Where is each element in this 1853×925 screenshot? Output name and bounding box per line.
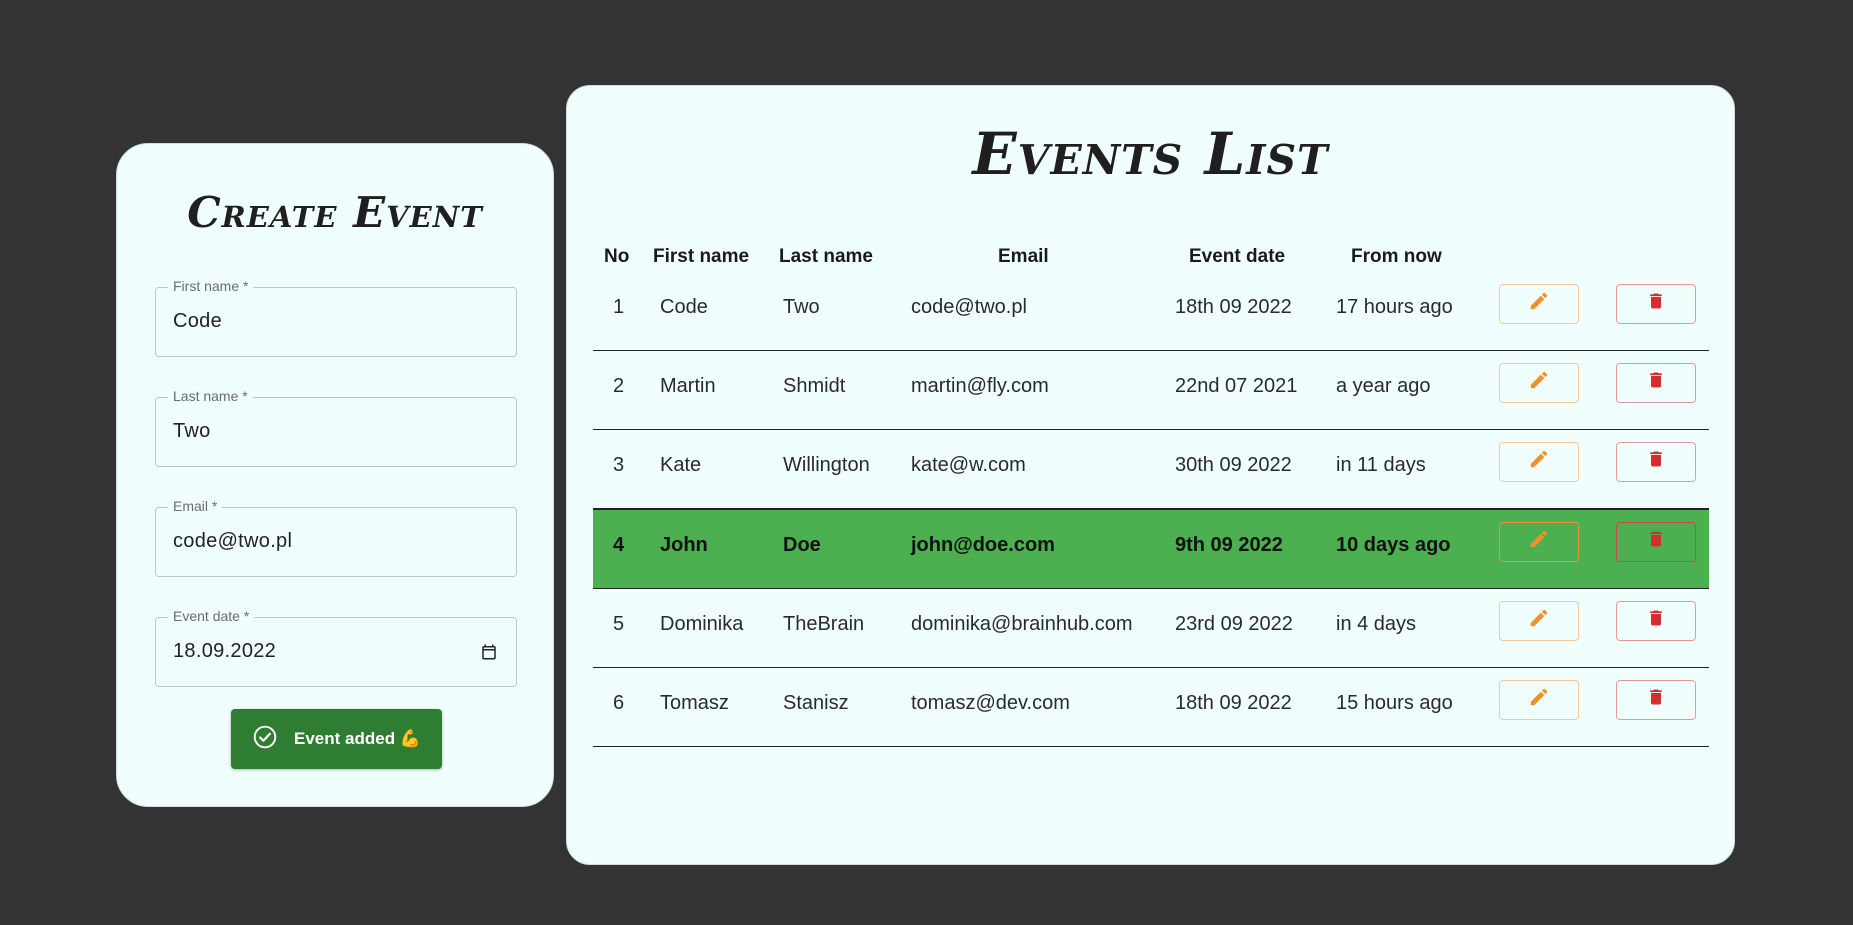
- header-from-now: From now: [1351, 246, 1442, 267]
- cell-no: 3: [613, 454, 625, 476]
- cell-event-date: 30th 09 2022: [1175, 454, 1292, 476]
- delete-button[interactable]: [1616, 601, 1696, 641]
- create-event-title: Create Event: [187, 188, 483, 237]
- table-row[interactable]: 4 John Doe john@doe.com 9th 09 2022 10 days a…: [593, 509, 1709, 589]
- pencil-icon: [1528, 686, 1550, 714]
- table-row[interactable]: 3 Kate Willington kate@w.com 30th 09 2022 in …: [593, 430, 1709, 509]
- cell-no: 6: [613, 692, 625, 714]
- cell-no: 5: [613, 613, 625, 635]
- table-row[interactable]: 6 Tomasz Stanisz tomasz@dev.com 18th 09 2022…: [593, 668, 1709, 747]
- pencil-icon: [1528, 528, 1550, 556]
- events-list-title: Events List: [972, 120, 1329, 188]
- email-field[interactable]: Email * code@two.pl: [155, 498, 517, 577]
- email-value[interactable]: code@two.pl: [173, 530, 292, 553]
- table-header: No First name Last name Email Event date…: [593, 234, 1709, 284]
- cell-first-name: Tomasz: [660, 692, 729, 714]
- trash-icon: [1646, 686, 1666, 714]
- pencil-icon: [1528, 607, 1550, 635]
- header-email: Email: [998, 246, 1049, 267]
- trash-icon: [1646, 369, 1666, 397]
- cell-event-date: 9th 09 2022: [1175, 534, 1283, 556]
- edit-button[interactable]: [1499, 601, 1579, 641]
- cell-from-now: 15 hours ago: [1336, 692, 1453, 714]
- event-date-value[interactable]: 18.09.2022: [173, 640, 276, 663]
- trash-icon: [1646, 528, 1666, 556]
- cell-last-name: Stanisz: [783, 692, 849, 714]
- cell-email: dominika@brainhub.com: [911, 613, 1133, 635]
- cell-first-name: Martin: [660, 375, 716, 397]
- calendar-icon[interactable]: [480, 643, 498, 666]
- cell-from-now: a year ago: [1336, 375, 1431, 397]
- event-date-field[interactable]: Event date * 18.09.2022: [155, 608, 517, 687]
- pencil-icon: [1528, 448, 1550, 476]
- cell-from-now: 10 days ago: [1336, 534, 1451, 556]
- cell-email: martin@fly.com: [911, 375, 1049, 397]
- submit-label: Event added 💪: [294, 729, 421, 748]
- cell-from-now: in 11 days: [1336, 454, 1426, 476]
- cell-from-now: 17 hours ago: [1336, 296, 1453, 318]
- cell-no: 1: [613, 296, 625, 318]
- trash-icon: [1646, 607, 1666, 635]
- edit-button[interactable]: [1499, 680, 1579, 720]
- cell-last-name: Doe: [783, 534, 821, 556]
- submit-button[interactable]: Event added 💪: [231, 709, 442, 769]
- edit-button[interactable]: [1499, 442, 1579, 482]
- delete-button[interactable]: [1616, 284, 1696, 324]
- last-name-value[interactable]: Two: [173, 420, 211, 443]
- cell-no: 4: [613, 534, 625, 556]
- pencil-icon: [1528, 369, 1550, 397]
- cell-first-name: Kate: [660, 454, 702, 476]
- cell-first-name: Code: [660, 296, 708, 318]
- cell-event-date: 18th 09 2022: [1175, 296, 1292, 318]
- cell-last-name: Two: [783, 296, 820, 318]
- header-event-date: Event date: [1189, 246, 1286, 267]
- trash-icon: [1646, 448, 1666, 476]
- delete-button[interactable]: [1616, 442, 1696, 482]
- first-name-value[interactable]: Code: [173, 310, 222, 333]
- header-first-name: First name: [653, 246, 750, 267]
- table-row[interactable]: 5 Dominika TheBrain dominika@brainhub.com 23…: [593, 589, 1709, 668]
- cell-no: 2: [613, 375, 625, 397]
- header-last-name: Last name: [779, 246, 873, 267]
- cell-first-name: John: [660, 534, 708, 556]
- cell-event-date: 22nd 07 2021: [1175, 375, 1298, 397]
- check-circle-icon: [252, 724, 278, 755]
- cell-from-now: in 4 days: [1336, 613, 1417, 635]
- edit-button[interactable]: [1499, 522, 1579, 562]
- cell-email: kate@w.com: [911, 454, 1026, 476]
- first-name-field[interactable]: First name * Code: [155, 278, 517, 357]
- events-table: No First name Last name Email Event date…: [593, 234, 1709, 747]
- last-name-field[interactable]: Last name * Two: [155, 388, 517, 467]
- cell-email: tomasz@dev.com: [911, 692, 1070, 714]
- last-name-label: Last name *: [168, 388, 253, 404]
- create-event-card: Create Event First name * Code Last name…: [116, 143, 554, 807]
- cell-last-name: Shmidt: [783, 375, 846, 397]
- cell-last-name: TheBrain: [783, 613, 865, 635]
- edit-button[interactable]: [1499, 284, 1579, 324]
- events-list-card: Events List No First name Last name Emai…: [566, 85, 1735, 865]
- email-label: Email *: [168, 498, 223, 514]
- cell-last-name: Willington: [783, 454, 870, 476]
- edit-button[interactable]: [1499, 363, 1579, 403]
- delete-button[interactable]: [1616, 363, 1696, 403]
- cell-email: code@two.pl: [911, 296, 1027, 318]
- event-date-label: Event date *: [168, 608, 255, 624]
- cell-event-date: 23rd 09 2022: [1175, 613, 1293, 635]
- delete-button[interactable]: [1616, 522, 1696, 562]
- first-name-label: First name *: [168, 278, 254, 294]
- trash-icon: [1646, 290, 1666, 318]
- table-body: 1 Code Two code@two.pl 18th 09 2022 17 hours …: [593, 284, 1709, 747]
- cell-email: john@doe.com: [911, 534, 1055, 556]
- delete-button[interactable]: [1616, 680, 1696, 720]
- pencil-icon: [1528, 290, 1550, 318]
- table-row[interactable]: 1 Code Two code@two.pl 18th 09 2022 17 hours …: [593, 284, 1709, 351]
- table-row[interactable]: 2 Martin Shmidt martin@fly.com 22nd 07 2021 a…: [593, 351, 1709, 430]
- cell-event-date: 18th 09 2022: [1175, 692, 1292, 714]
- cell-first-name: Dominika: [660, 613, 744, 635]
- header-no: No: [604, 246, 630, 267]
